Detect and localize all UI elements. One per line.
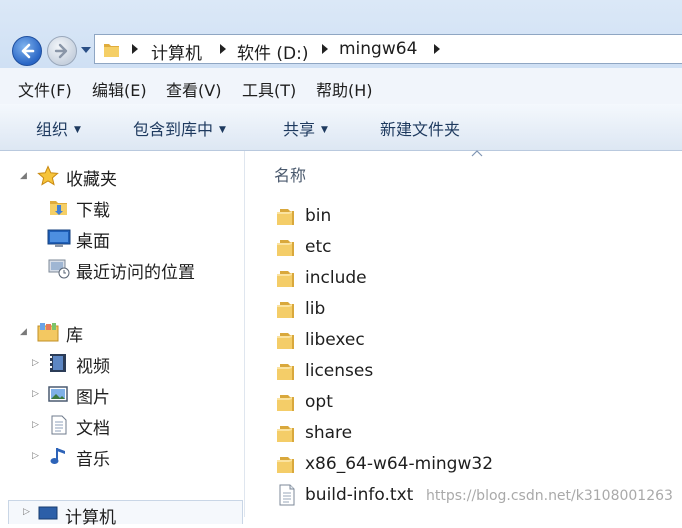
expand-triangle-icon[interactable]: ▷ <box>32 451 39 461</box>
breadcrumb-separator-icon[interactable] <box>321 44 329 54</box>
nav-libraries[interactable]: ◢ 库 <box>0 319 244 346</box>
nav-item-documents[interactable]: ▷ 文档 <box>0 412 244 439</box>
breadcrumb-folder[interactable]: mingw64 <box>339 39 417 59</box>
navigation-pane[interactable]: ◢ 收藏夹 下载 桌面 最近访问的位置 ◢ 库 ▷ 视频 ▷ 图片 ▷ 文档 ▷… <box>0 151 245 517</box>
computer-icon <box>38 506 58 520</box>
back-button[interactable] <box>12 36 42 66</box>
forward-button[interactable] <box>47 36 77 66</box>
folder-icon <box>277 302 294 318</box>
nav-item-downloads[interactable]: 下载 <box>0 194 244 221</box>
file-name: opt <box>305 392 333 412</box>
nav-item-label: 桌面 <box>76 232 110 252</box>
nav-favorites[interactable]: ◢ 收藏夹 <box>0 163 244 190</box>
expand-triangle-icon[interactable]: ▷ <box>32 420 39 430</box>
file-name: etc <box>305 237 332 257</box>
file-name: build-info.txt <box>305 485 414 505</box>
nav-item-pictures[interactable]: ▷ 图片 <box>0 381 244 408</box>
nav-item-videos[interactable]: ▷ 视频 <box>0 350 244 377</box>
menu-bar: 文件(F) 编辑(E) 查看(V) 工具(T) 帮助(H) <box>0 68 682 105</box>
nav-item-label: 下载 <box>76 201 110 221</box>
column-header-name[interactable]: 名称 <box>274 162 306 186</box>
new-folder-button[interactable]: 新建文件夹 <box>380 116 460 140</box>
menu-tools[interactable]: 工具(T) <box>242 77 296 101</box>
documents-icon <box>51 415 67 435</box>
breadcrumb-separator-icon[interactable] <box>433 44 441 54</box>
folder-icon <box>277 395 294 411</box>
file-list-pane[interactable]: 名称 bin etc include lib libexec licenses … <box>245 150 682 517</box>
menu-file[interactable]: 文件(F) <box>18 77 72 101</box>
menu-view[interactable]: 查看(V) <box>166 77 221 101</box>
collapse-triangle-icon[interactable]: ◢ <box>20 327 27 337</box>
videos-icon <box>50 354 66 372</box>
folder-icon <box>277 333 294 349</box>
include-in-library-button[interactable]: 包含到库中 ▼ <box>133 116 226 140</box>
menu-help[interactable]: 帮助(H) <box>316 77 373 101</box>
organize-label: 组织 <box>36 120 69 139</box>
file-name: licenses <box>305 361 374 381</box>
folder-icon <box>277 209 294 225</box>
file-name: share <box>305 423 353 443</box>
nav-item-music[interactable]: ▷ 音乐 <box>0 443 244 470</box>
file-name: include <box>305 268 367 288</box>
text-file-icon <box>279 484 295 506</box>
breadcrumb-computer[interactable]: 计算机 <box>151 39 202 64</box>
chevron-down-icon: ▼ <box>321 125 328 135</box>
downloads-folder-icon <box>50 201 67 215</box>
pictures-icon <box>48 386 68 402</box>
recent-places-icon <box>48 259 70 279</box>
star-icon <box>37 165 59 186</box>
file-name: libexec <box>305 330 365 350</box>
sort-ascending-icon <box>471 150 483 157</box>
folder-icon <box>104 44 119 57</box>
nav-item-label: 视频 <box>76 357 110 377</box>
file-name: x86_64-w64-mingw32 <box>305 454 494 474</box>
watermark-text: https://blog.csdn.net/k3108001263 <box>426 488 673 504</box>
nav-item-desktop[interactable]: 桌面 <box>0 225 244 252</box>
back-arrow-icon <box>21 43 35 59</box>
file-name: lib <box>305 299 326 319</box>
share-button[interactable]: 共享 ▼ <box>283 116 328 140</box>
nav-item-label: 最近访问的位置 <box>76 263 195 283</box>
nav-item-recent-places[interactable]: 最近访问的位置 <box>0 256 244 283</box>
menu-edit[interactable]: 编辑(E) <box>92 77 147 101</box>
include-in-library-label: 包含到库中 <box>133 120 214 139</box>
chevron-down-icon: ▼ <box>219 125 226 135</box>
breadcrumb-drive[interactable]: 软件 (D:) <box>237 39 309 64</box>
folder-icon <box>277 271 294 287</box>
nav-computer[interactable]: ▷ 计算机 <box>8 500 243 528</box>
nav-computer-label: 计算机 <box>65 508 116 528</box>
command-bar: 组织 ▼ 包含到库中 ▼ 共享 ▼ 新建文件夹 <box>0 104 682 151</box>
nav-item-label: 音乐 <box>76 450 110 470</box>
folder-icon <box>277 364 294 380</box>
address-row: 计算机 软件 (D:) mingw64 <box>0 0 682 68</box>
folder-icon <box>277 426 294 442</box>
breadcrumb-separator-icon[interactable] <box>219 44 227 54</box>
music-note-icon <box>50 448 65 464</box>
nav-favorites-label: 收藏夹 <box>66 170 117 190</box>
library-icon <box>37 323 59 342</box>
folder-icon <box>277 457 294 473</box>
desktop-icon <box>47 229 71 247</box>
file-name: bin <box>305 206 332 226</box>
organize-button[interactable]: 组织 ▼ <box>36 116 81 140</box>
breadcrumb-separator-icon[interactable] <box>131 44 139 54</box>
nav-item-label: 图片 <box>76 388 110 408</box>
share-label: 共享 <box>283 120 316 139</box>
expand-triangle-icon[interactable]: ▷ <box>32 358 39 368</box>
forward-arrow-icon <box>54 43 68 59</box>
expand-triangle-icon[interactable]: ▷ <box>32 389 39 399</box>
nav-item-label: 文档 <box>76 419 110 439</box>
recent-pages-dropdown-icon[interactable] <box>81 46 91 54</box>
nav-libraries-label: 库 <box>66 326 83 346</box>
collapse-triangle-icon[interactable]: ◢ <box>20 171 27 181</box>
folder-icon <box>277 240 294 256</box>
expand-triangle-icon[interactable]: ▷ <box>23 507 30 517</box>
address-bar[interactable]: 计算机 软件 (D:) mingw64 <box>94 34 682 64</box>
chevron-down-icon: ▼ <box>74 125 81 135</box>
